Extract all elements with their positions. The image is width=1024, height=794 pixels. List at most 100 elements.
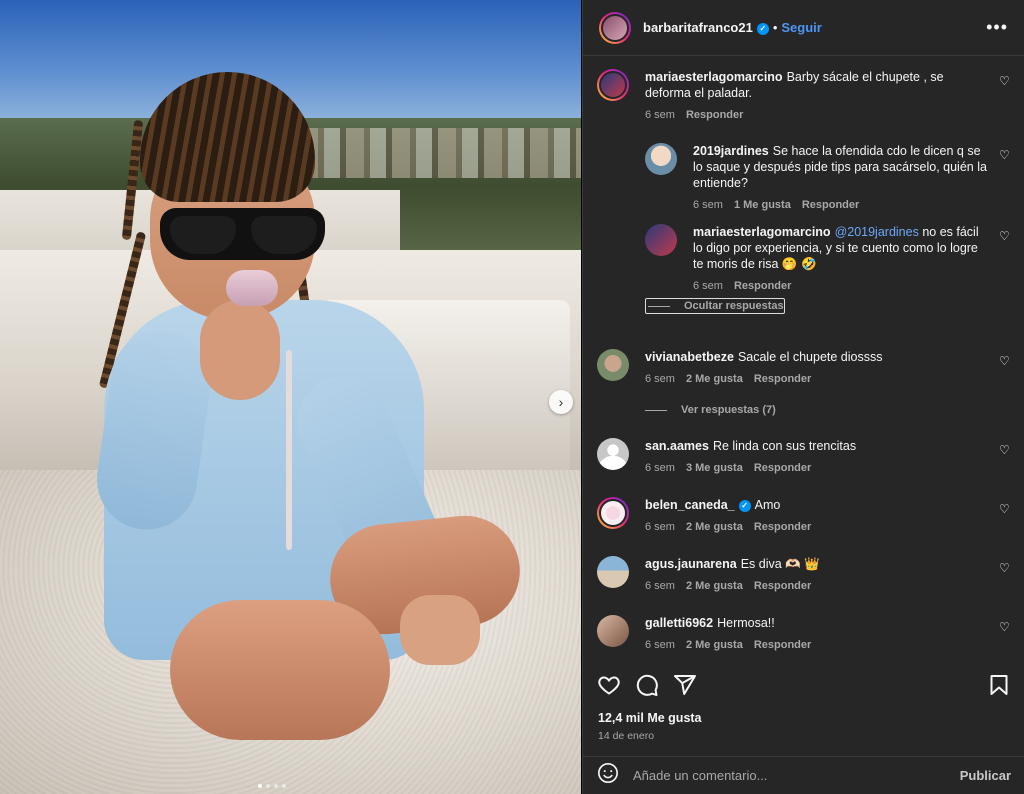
commenter-avatar[interactable] (597, 556, 629, 588)
commenter-username[interactable]: mariaesterlagomarcino (693, 225, 831, 239)
child-hair (140, 72, 315, 202)
reply-button[interactable]: Responder (686, 107, 743, 123)
author-username[interactable]: barbaritafranco21 ✓ (643, 20, 769, 35)
pacifier (226, 270, 278, 306)
view-replies-button[interactable]: Ver respuestas (7) (645, 404, 776, 416)
comment-likes-count[interactable]: 3 Me gusta (686, 460, 743, 476)
comment-time[interactable]: 6 sem (645, 519, 675, 535)
separator-dot: • (772, 20, 778, 35)
comment-like-heart-icon[interactable]: ♡ (999, 355, 1011, 367)
comment-like-heart-icon[interactable]: ♡ (999, 230, 1011, 242)
post-photo[interactable]: › (0, 0, 581, 794)
comment-like-heart-icon[interactable]: ♡ (999, 562, 1011, 574)
commenter-avatar[interactable] (645, 143, 677, 175)
commenter-avatar[interactable] (597, 497, 629, 529)
commenter-username[interactable]: agus.jaunarena (645, 557, 737, 571)
reply-button[interactable]: Responder (734, 278, 791, 294)
reply-button[interactable]: Responder (754, 460, 811, 476)
reply-button[interactable]: Responder (754, 578, 811, 594)
comment-item: galletti6962 Hermosa!! 6 sem 2 Me gusta R… (597, 615, 1011, 653)
publish-button[interactable]: Publicar (960, 768, 1011, 783)
comment-time[interactable]: 6 sem (693, 278, 723, 294)
commenter-username[interactable]: mariaesterlagomarcino (645, 70, 783, 84)
comment-like-heart-icon[interactable]: ♡ (999, 444, 1011, 456)
commenter-username[interactable]: galletti6962 (645, 616, 713, 630)
reply-item: 2019jardines Se hace la ofendida cdo le d… (645, 143, 1011, 213)
author-username-text[interactable]: barbaritafranco21 (643, 20, 753, 35)
follow-button[interactable]: Seguir (781, 20, 821, 35)
emoji-icon[interactable] (597, 762, 619, 789)
swimsuit-zipper (286, 350, 292, 550)
hide-replies-label[interactable]: Ocultar respuestas (684, 300, 784, 312)
commenter-username[interactable]: 2019jardines (693, 144, 769, 158)
carousel-dot (274, 784, 278, 788)
comment-likes-count[interactable]: 2 Me gusta (686, 578, 743, 594)
comment-item: belen_caneda_ ✓ Amo 6 sem 2 Me gusta Respo… (597, 497, 1011, 535)
comment-likes-count[interactable]: 2 Me gusta (686, 637, 743, 653)
commenter-avatar[interactable] (597, 349, 629, 381)
comment-like-heart-icon[interactable]: ♡ (999, 503, 1011, 515)
comment-likes-count[interactable]: 1 Me gusta (734, 197, 791, 213)
share-icon[interactable] (673, 673, 697, 697)
thread-line (645, 409, 667, 411)
child-leg-left (170, 600, 390, 740)
thread-line (648, 305, 670, 307)
comment-text: Sacale el chupete diossss (737, 350, 883, 364)
add-comment-bar: Publicar (583, 756, 1024, 794)
comment-time[interactable]: 6 sem (645, 637, 675, 653)
bookmark-icon[interactable] (987, 673, 1011, 697)
commenter-avatar[interactable] (645, 224, 677, 256)
comment-likes-count[interactable]: 2 Me gusta (686, 519, 743, 535)
comment-like-heart-icon[interactable]: ♡ (999, 621, 1011, 633)
verified-badge-icon: ✓ (756, 22, 769, 35)
comment-time[interactable]: 6 sem (645, 460, 675, 476)
comment-time[interactable]: 6 sem (645, 371, 675, 387)
reply-button[interactable]: Responder (754, 519, 811, 535)
next-image-button[interactable]: › (549, 390, 573, 414)
comment-text: Hermosa!! (717, 616, 775, 630)
comment-text: Amo (754, 498, 781, 512)
carousel-dot (266, 784, 270, 788)
comment-mention[interactable]: @2019jardines (835, 225, 919, 239)
child-hand (200, 300, 280, 400)
comment-item: san.aames Re linda con sus trencitas 6 se… (597, 438, 1011, 476)
post-actions (583, 660, 1024, 710)
commenter-username[interactable]: san.aames (645, 439, 709, 453)
carousel-dot (258, 784, 262, 788)
commenter-avatar[interactable] (597, 69, 629, 101)
likes-count[interactable]: 12,4 mil Me gusta (598, 711, 702, 725)
carousel-dot (282, 784, 286, 788)
comment-like-heart-icon[interactable]: ♡ (999, 149, 1011, 161)
like-heart-icon[interactable] (597, 673, 621, 697)
default-avatar-icon[interactable] (597, 438, 629, 470)
commenter-username[interactable]: vivianabetbeze (645, 350, 734, 364)
post-date[interactable]: 14 de enero (598, 730, 654, 742)
reply-button[interactable]: Responder (802, 197, 859, 213)
post-side-panel: barbaritafranco21 ✓ • Seguir ••• mariaest… (582, 0, 1024, 794)
reply-button[interactable]: Responder (754, 371, 811, 387)
author-avatar[interactable] (599, 11, 631, 44)
comment-time[interactable]: 6 sem (693, 197, 723, 213)
view-replies-label[interactable]: Ver respuestas (7) (681, 404, 776, 416)
comment-input[interactable] (633, 768, 960, 783)
commenter-avatar[interactable] (597, 615, 629, 647)
child-hand (400, 595, 480, 665)
comment-icon[interactable] (635, 673, 659, 697)
comment-text: Re linda con sus trencitas (712, 439, 857, 453)
comments-list[interactable]: mariaesterlagomarcino Barby sácale el chu… (583, 57, 1024, 657)
background-houses (300, 128, 581, 178)
reply-button[interactable]: Responder (754, 637, 811, 653)
hide-replies-button[interactable]: Ocultar respuestas (645, 298, 785, 314)
comment-text: Es diva 🫶🏻 👑 (740, 557, 820, 571)
comment-item: agus.jaunarena Es diva 🫶🏻 👑 6 sem 2 Me gu… (597, 556, 1011, 594)
comment-time[interactable]: 6 sem (645, 578, 675, 594)
reply-item: mariaesterlagomarcino @2019jardines no es… (645, 224, 1011, 294)
verified-badge-icon: ✓ (738, 499, 751, 512)
comment-likes-count[interactable]: 2 Me gusta (686, 371, 743, 387)
commenter-username-text[interactable]: belen_caneda_ (645, 498, 735, 512)
more-options-icon[interactable]: ••• (986, 17, 1008, 38)
comment-like-heart-icon[interactable]: ♡ (999, 75, 1011, 87)
commenter-username[interactable]: belen_caneda_ ✓ (645, 498, 751, 512)
sunglasses (160, 208, 325, 260)
comment-time[interactable]: 6 sem (645, 107, 675, 123)
